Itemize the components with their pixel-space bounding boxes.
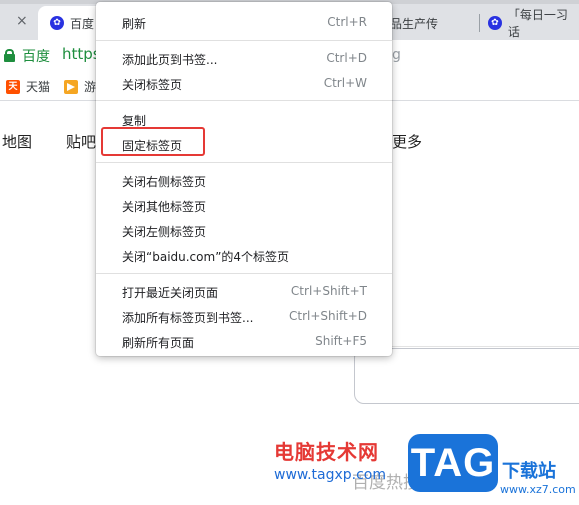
nav-link-tieba[interactable]: 贴吧 (66, 131, 96, 152)
watermark-download-label: 下载站 (502, 461, 556, 482)
menu-item-close-tab[interactable]: 关闭标签页 Ctrl+W (96, 71, 392, 95)
tab-title: 「每日一习话 (507, 8, 568, 39)
site-identity[interactable]: 百度 (22, 46, 50, 66)
menu-label: 关闭标签页 (122, 78, 183, 92)
search-panel (354, 348, 579, 404)
menu-item-bookmark-page[interactable]: 添加此页到书签... Ctrl+D (96, 46, 392, 70)
watermark-site-url: www.tagxp.com (274, 467, 386, 483)
menu-label: 关闭“baidu.com”的4个标签页 (122, 250, 290, 264)
menu-shortcut: Ctrl+Shift+D (289, 309, 367, 323)
tag-logo: TAG (408, 434, 498, 492)
baidu-paw-icon: ✿ (50, 16, 64, 30)
watermark-site-name: 电脑技术网 (274, 440, 379, 464)
menu-divider (96, 40, 392, 41)
pin-tab-highlight-box (101, 127, 205, 156)
menu-label: 刷新所有页面 (122, 336, 195, 350)
tab-title: 百度 (70, 16, 95, 31)
menu-shortcut: Shift+F5 (315, 334, 367, 348)
menu-item-reopen-closed[interactable]: 打开最近关闭页面 Ctrl+Shift+T (96, 279, 392, 303)
menu-divider (96, 100, 392, 101)
menu-shortcut: Ctrl+Shift+T (290, 284, 367, 298)
close-tab-icon[interactable]: × (16, 13, 28, 29)
watermark-download-url: www.xz7.com (500, 483, 576, 496)
game-icon (64, 79, 78, 94)
menu-item-bookmark-all[interactable]: 添加所有标签页到书签... Ctrl+Shift+D (96, 304, 392, 328)
tab-context-menu: 刷新 Ctrl+R 添加此页到书签... Ctrl+D 关闭标签页 Ctrl+W… (96, 2, 392, 356)
menu-item-close-others[interactable]: 关闭其他标签页 (96, 193, 392, 217)
menu-item-close-domain[interactable]: 关闭“baidu.com”的4个标签页 (96, 243, 392, 267)
tab-separator (479, 14, 480, 32)
menu-divider (96, 162, 392, 163)
menu-divider (96, 273, 392, 274)
menu-label: 刷新 (122, 17, 147, 31)
menu-label: 打开最近关闭页面 (122, 286, 219, 300)
menu-shortcut: Ctrl+W (323, 76, 367, 90)
menu-label: 关闭左侧标签页 (122, 225, 207, 239)
menu-item-close-left[interactable]: 关闭左侧标签页 (96, 218, 392, 242)
tab-3[interactable]: ✿ 「每日一习话 (488, 6, 579, 40)
tab-title: 品生产传 (390, 16, 439, 31)
tab-2[interactable]: 品生产传 (390, 6, 478, 40)
menu-item-reload-all[interactable]: 刷新所有页面 Shift+F5 (96, 329, 392, 353)
menu-label: 关闭右侧标签页 (122, 175, 207, 189)
baidu-paw-icon: ✿ (488, 16, 502, 30)
tmall-icon: 天 (6, 79, 20, 94)
menu-item-reload[interactable]: 刷新 Ctrl+R (96, 10, 392, 34)
divider-line (392, 346, 579, 347)
menu-label: 添加所有标签页到书签... (122, 311, 254, 325)
menu-shortcut: Ctrl+D (326, 51, 367, 65)
bookmark-label: 天猫 (26, 80, 51, 94)
menu-item-close-right[interactable]: 关闭右侧标签页 (96, 168, 392, 192)
menu-label: 添加此页到书签... (122, 53, 218, 67)
menu-label: 关闭其他标签页 (122, 200, 207, 214)
lock-icon[interactable] (4, 49, 15, 62)
menu-shortcut: Ctrl+R (327, 15, 367, 29)
nav-link-more[interactable]: 更多 (392, 131, 422, 152)
nav-link-map[interactable]: 地图 (2, 131, 32, 152)
bookmark-game[interactable]: 游 (64, 78, 96, 95)
url-text-tail[interactable]: g (392, 47, 401, 63)
bookmark-tmall[interactable]: 天 天猫 (6, 78, 50, 95)
bookmark-label: 游 (84, 80, 97, 94)
url-text[interactable]: https (62, 45, 101, 63)
